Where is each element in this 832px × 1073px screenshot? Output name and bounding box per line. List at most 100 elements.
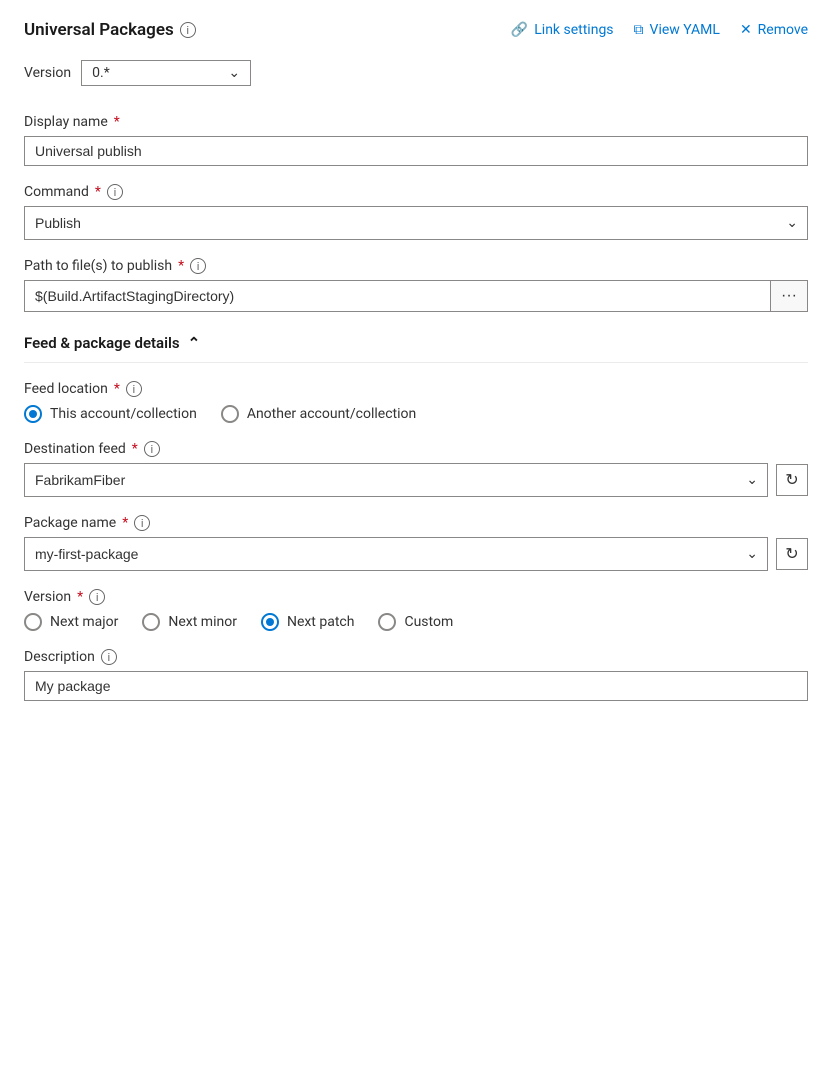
- command-label-row: Command * i: [24, 184, 808, 200]
- view-yaml-label: View YAML: [650, 22, 720, 38]
- version-next-patch[interactable]: Next patch: [261, 613, 355, 631]
- destination-feed-required: *: [132, 441, 138, 457]
- remove-label: Remove: [758, 22, 808, 38]
- version-field-group: Version * i Next major Next minor Next p…: [24, 589, 808, 631]
- destination-feed-refresh-button[interactable]: ↻: [776, 464, 808, 496]
- remove-button[interactable]: ✕ Remove: [740, 22, 808, 38]
- feed-package-section-header: Feed & package details ⌃: [24, 334, 808, 363]
- feed-location-options: This account/collection Another account/…: [24, 405, 808, 423]
- command-info-icon[interactable]: i: [107, 184, 123, 200]
- version-radio-options: Next major Next minor Next patch Custom: [24, 613, 808, 631]
- feed-location-label-row: Feed location * i: [24, 381, 808, 397]
- close-icon: ✕: [740, 22, 752, 38]
- section-chevron-up-icon[interactable]: ⌃: [188, 334, 201, 352]
- package-name-label: Package name: [24, 515, 116, 531]
- path-group: Path to file(s) to publish * i ···: [24, 258, 808, 312]
- ellipsis-icon: ···: [781, 287, 797, 305]
- package-name-refresh-button[interactable]: ↻: [776, 538, 808, 570]
- link-settings-button[interactable]: 🔗 Link settings: [511, 22, 614, 38]
- path-label-row: Path to file(s) to publish * i: [24, 258, 808, 274]
- path-label: Path to file(s) to publish: [24, 258, 172, 274]
- header-actions: 🔗 Link settings ⧉ View YAML ✕ Remove: [511, 22, 808, 38]
- version-top-dropdown[interactable]: 0.* ⌄: [81, 60, 251, 86]
- version-field-label: Version: [24, 589, 71, 605]
- package-name-row: my-first-package ⌄ ↻: [24, 537, 808, 571]
- feed-location-group: Feed location * i This account/collectio…: [24, 381, 808, 423]
- page-header: Universal Packages i 🔗 Link settings ⧉ V…: [24, 20, 808, 40]
- version-field-required: *: [77, 589, 83, 605]
- path-input-wrapper: ···: [24, 280, 808, 312]
- version-next-minor[interactable]: Next minor: [142, 613, 237, 631]
- destination-feed-group: Destination feed * i FabrikamFiber ⌄ ↻: [24, 441, 808, 497]
- description-label-row: Description i: [24, 649, 808, 665]
- feed-location-required: *: [114, 381, 120, 397]
- page-title: Universal Packages: [24, 20, 174, 40]
- package-name-required: *: [122, 515, 128, 531]
- display-name-label: Display name: [24, 114, 108, 130]
- command-select[interactable]: Publish: [24, 206, 808, 240]
- destination-feed-select-wrapper: FabrikamFiber ⌄: [24, 463, 768, 497]
- command-label: Command: [24, 184, 89, 200]
- version-next-minor-label: Next minor: [168, 614, 237, 630]
- feed-location-this-account-radio-inner: [29, 410, 37, 418]
- view-yaml-button[interactable]: ⧉ View YAML: [634, 22, 720, 38]
- display-name-input[interactable]: [24, 136, 808, 166]
- feed-location-this-account[interactable]: This account/collection: [24, 405, 197, 423]
- description-input[interactable]: [24, 671, 808, 701]
- command-group: Command * i Publish ⌄: [24, 184, 808, 240]
- destination-feed-label-row: Destination feed * i: [24, 441, 808, 457]
- version-top-label: Version: [24, 65, 71, 81]
- version-custom-label: Custom: [404, 614, 453, 630]
- package-refresh-icon: ↻: [785, 544, 798, 564]
- display-name-group: Display name *: [24, 114, 808, 166]
- link-settings-label: Link settings: [534, 22, 613, 38]
- feed-location-this-account-label: This account/collection: [50, 406, 197, 422]
- description-info-icon[interactable]: i: [101, 649, 117, 665]
- version-custom[interactable]: Custom: [378, 613, 453, 631]
- version-top-section: Version 0.* ⌄: [24, 60, 808, 86]
- refresh-icon: ↻: [785, 470, 798, 490]
- path-browse-button[interactable]: ···: [771, 280, 808, 312]
- destination-feed-label: Destination feed: [24, 441, 126, 457]
- feed-location-another-account-label: Another account/collection: [247, 406, 416, 422]
- version-field-info-icon[interactable]: i: [89, 589, 105, 605]
- feed-location-info-icon[interactable]: i: [126, 381, 142, 397]
- package-name-label-row: Package name * i: [24, 515, 808, 531]
- display-name-required: *: [114, 114, 120, 130]
- version-next-minor-radio[interactable]: [142, 613, 160, 631]
- title-info-icon[interactable]: i: [180, 22, 196, 38]
- package-name-select[interactable]: my-first-package: [24, 537, 768, 571]
- version-next-major-radio[interactable]: [24, 613, 42, 631]
- destination-feed-row: FabrikamFiber ⌄ ↻: [24, 463, 808, 497]
- version-field-label-row: Version * i: [24, 589, 808, 605]
- version-next-patch-label: Next patch: [287, 614, 355, 630]
- feed-package-section-label: Feed & package details: [24, 334, 180, 352]
- version-top-value: 0.*: [92, 65, 110, 81]
- version-next-major-label: Next major: [50, 614, 118, 630]
- feed-location-this-account-radio[interactable]: [24, 405, 42, 423]
- command-required: *: [95, 184, 101, 200]
- version-top-chevron-icon: ⌄: [228, 65, 240, 81]
- display-name-label-row: Display name *: [24, 114, 808, 130]
- feed-location-another-account[interactable]: Another account/collection: [221, 405, 416, 423]
- feed-location-label: Feed location: [24, 381, 108, 397]
- link-icon: 🔗: [511, 22, 528, 38]
- path-info-icon[interactable]: i: [190, 258, 206, 274]
- version-next-patch-radio-inner: [266, 618, 274, 626]
- command-select-wrapper: Publish ⌄: [24, 206, 808, 240]
- destination-feed-select[interactable]: FabrikamFiber: [24, 463, 768, 497]
- version-custom-radio[interactable]: [378, 613, 396, 631]
- version-next-major[interactable]: Next major: [24, 613, 118, 631]
- description-label: Description: [24, 649, 95, 665]
- path-required: *: [178, 258, 184, 274]
- description-group: Description i: [24, 649, 808, 701]
- header-left: Universal Packages i: [24, 20, 196, 40]
- package-name-select-wrapper: my-first-package ⌄: [24, 537, 768, 571]
- version-next-patch-radio[interactable]: [261, 613, 279, 631]
- copy-icon: ⧉: [634, 22, 644, 38]
- path-input[interactable]: [24, 280, 771, 312]
- package-name-info-icon[interactable]: i: [134, 515, 150, 531]
- package-name-group: Package name * i my-first-package ⌄ ↻: [24, 515, 808, 571]
- destination-feed-info-icon[interactable]: i: [144, 441, 160, 457]
- feed-location-another-account-radio[interactable]: [221, 405, 239, 423]
